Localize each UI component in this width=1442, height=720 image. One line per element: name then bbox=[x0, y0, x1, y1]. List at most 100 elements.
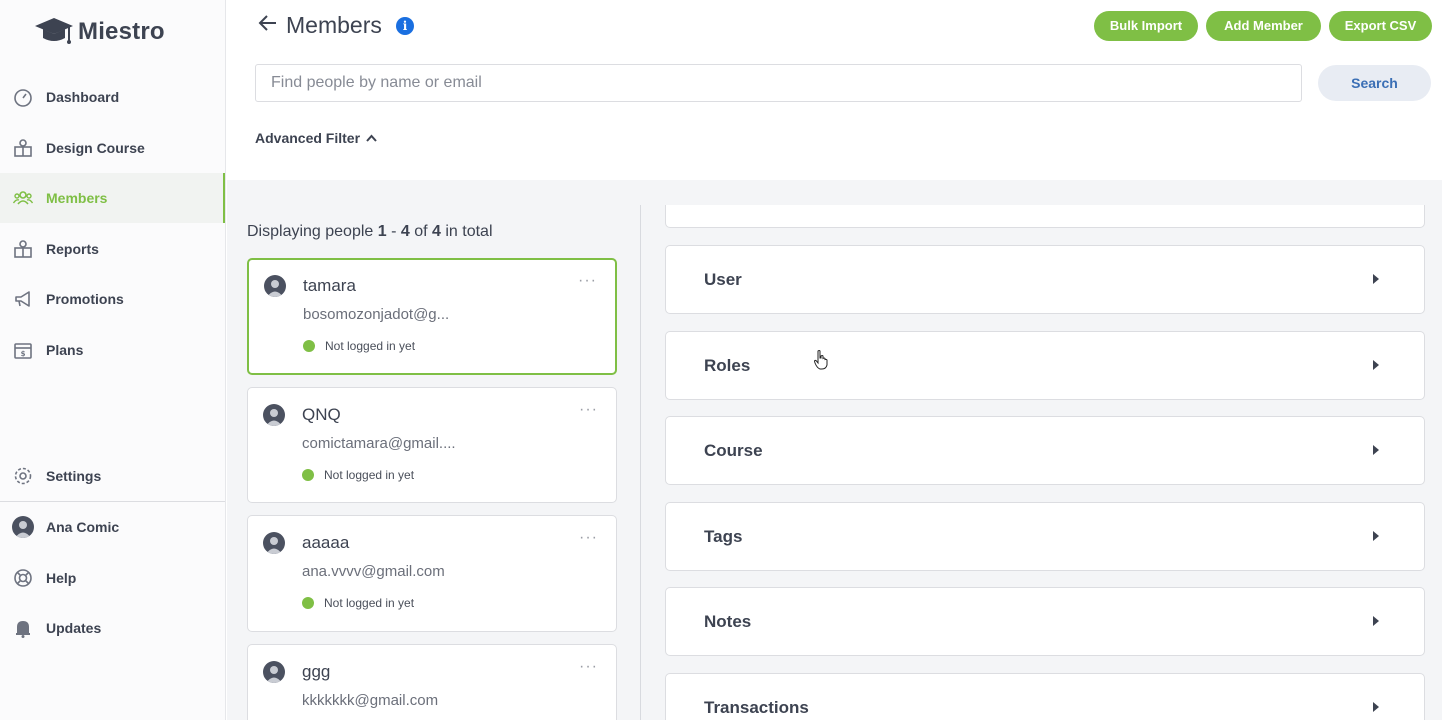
plans-dollar-icon: $ bbox=[12, 339, 34, 361]
section-label: User bbox=[704, 270, 742, 289]
user-avatar-icon bbox=[263, 532, 285, 554]
sidebar-item-help[interactable]: Help bbox=[0, 553, 225, 603]
section-label: Course bbox=[704, 441, 763, 460]
hand-pointer-cursor-icon bbox=[813, 350, 828, 370]
caret-right-icon bbox=[1373, 445, 1379, 455]
member-status: Not logged in yet bbox=[302, 596, 414, 610]
sidebar-item-promotions[interactable]: Promotions bbox=[0, 274, 225, 324]
section-label: Tags bbox=[704, 527, 743, 546]
lifebuoy-icon bbox=[12, 567, 34, 589]
member-email: bosomozonjadot@g... bbox=[303, 306, 450, 323]
display-count-to: 4 bbox=[400, 223, 410, 240]
export-csv-button[interactable]: Export CSV bbox=[1329, 11, 1432, 41]
dashboard-gauge-icon bbox=[12, 86, 34, 108]
member-name: QNQ bbox=[302, 405, 341, 424]
search-button[interactable]: Search bbox=[1318, 65, 1431, 101]
roles-section[interactable]: Roles bbox=[665, 331, 1425, 400]
sidebar-item-user-profile[interactable]: Ana Comic bbox=[0, 502, 225, 552]
user-avatar-icon bbox=[263, 661, 285, 683]
member-email: ana.vvvv@gmail.com bbox=[302, 563, 445, 580]
reports-icon bbox=[12, 238, 34, 260]
user-avatar-icon bbox=[263, 404, 285, 426]
caret-right-icon bbox=[1373, 616, 1379, 626]
sidebar-item-plans[interactable]: $ Plans bbox=[0, 325, 225, 375]
user-avatar-icon bbox=[264, 275, 286, 297]
notes-section[interactable]: Notes bbox=[665, 587, 1425, 656]
display-count-of: of bbox=[409, 223, 433, 240]
display-count-from: 1 bbox=[377, 223, 387, 240]
sidebar-item-updates[interactable]: Updates bbox=[0, 603, 225, 653]
display-count-suffix: in total bbox=[440, 223, 493, 240]
status-panel bbox=[665, 205, 1425, 228]
sidebar-item-reports[interactable]: Reports bbox=[0, 224, 225, 274]
member-status: Not logged in yet bbox=[303, 339, 415, 353]
member-card[interactable]: QNQ ··· comictamara@gmail.... Not logged… bbox=[247, 387, 617, 503]
sidebar-item-label: Dashboard bbox=[46, 89, 120, 105]
sidebar-item-label: Members bbox=[46, 190, 108, 206]
user-avatar-icon bbox=[12, 516, 34, 538]
member-card[interactable]: tamara ··· bosomozonjadot@g... Not logge… bbox=[247, 258, 617, 375]
user-section[interactable]: User bbox=[665, 245, 1425, 314]
bulk-import-button[interactable]: Bulk Import bbox=[1094, 11, 1198, 41]
display-count-prefix: Displaying people bbox=[247, 223, 378, 240]
member-name: tamara bbox=[303, 276, 356, 295]
tags-section[interactable]: Tags bbox=[665, 502, 1425, 571]
brand-logo[interactable]: Miestro bbox=[33, 14, 165, 50]
course-section[interactable]: Course bbox=[665, 416, 1425, 485]
status-dot-icon bbox=[302, 597, 314, 609]
sidebar-item-label: Updates bbox=[46, 620, 102, 636]
caret-right-icon bbox=[1373, 531, 1379, 541]
more-options-icon[interactable]: ··· bbox=[578, 272, 597, 290]
advanced-filter-toggle[interactable]: Advanced Filter bbox=[255, 130, 378, 146]
sidebar-item-label: Promotions bbox=[46, 291, 124, 307]
member-status-text: Not logged in yet bbox=[325, 339, 416, 353]
status-dot-icon bbox=[303, 340, 315, 352]
member-card[interactable]: ggg ··· kkkkkkk@gmail.com bbox=[247, 644, 617, 720]
more-options-icon[interactable]: ··· bbox=[579, 529, 598, 547]
sidebar: Miestro Dashboard Design Course Members … bbox=[0, 0, 226, 720]
transactions-section[interactable]: Transactions bbox=[665, 673, 1425, 720]
chevron-up-icon bbox=[366, 134, 377, 142]
megaphone-icon bbox=[12, 288, 34, 310]
sidebar-item-label: Settings bbox=[46, 468, 102, 484]
member-status-text: Not logged in yet bbox=[324, 468, 415, 482]
sidebar-item-label: Reports bbox=[46, 241, 99, 257]
more-options-icon[interactable]: ··· bbox=[579, 401, 598, 419]
column-divider bbox=[640, 205, 641, 720]
member-card[interactable]: aaaaa ··· ana.vvvv@gmail.com Not logged … bbox=[247, 515, 617, 632]
display-count-sep: - bbox=[386, 223, 401, 240]
gear-icon bbox=[12, 465, 34, 487]
caret-right-icon bbox=[1373, 702, 1379, 712]
section-label: Notes bbox=[704, 612, 752, 631]
sidebar-item-label: Plans bbox=[46, 342, 84, 358]
sidebar-item-dashboard[interactable]: Dashboard bbox=[0, 72, 225, 122]
sidebar-item-label: Design Course bbox=[46, 140, 145, 156]
more-options-icon[interactable]: ··· bbox=[579, 658, 598, 676]
sidebar-item-label: Help bbox=[46, 570, 77, 586]
sidebar-item-design-course[interactable]: Design Course bbox=[0, 123, 225, 173]
section-label: Roles bbox=[704, 356, 751, 375]
sidebar-item-settings[interactable]: Settings bbox=[0, 451, 225, 501]
member-email: comictamara@gmail.... bbox=[302, 435, 456, 452]
member-name: ggg bbox=[302, 662, 331, 681]
bell-icon bbox=[12, 617, 34, 639]
info-icon[interactable]: i bbox=[396, 17, 414, 35]
display-count: Displaying people 1 - 4 of 4 in total bbox=[247, 223, 493, 241]
caret-right-icon bbox=[1373, 360, 1379, 370]
back-arrow-icon[interactable] bbox=[257, 12, 279, 34]
svg-text:$: $ bbox=[21, 350, 26, 358]
member-email: kkkkkkk@gmail.com bbox=[302, 692, 439, 709]
page-title: Members bbox=[286, 12, 382, 38]
members-group-icon bbox=[12, 187, 34, 209]
caret-right-icon bbox=[1373, 274, 1379, 284]
members-content: Displaying people 1 - 4 of 4 in total ta… bbox=[227, 180, 1442, 720]
status-dot-icon bbox=[302, 469, 314, 481]
search-input[interactable] bbox=[255, 64, 1302, 102]
advanced-filter-label: Advanced Filter bbox=[255, 130, 361, 146]
sidebar-item-members[interactable]: Members bbox=[0, 173, 225, 223]
graduation-cap-icon bbox=[35, 18, 73, 44]
add-member-button[interactable]: Add Member bbox=[1206, 11, 1321, 41]
display-count-total: 4 bbox=[432, 223, 441, 240]
design-course-icon bbox=[12, 137, 34, 159]
brand-name: Miestro bbox=[78, 18, 165, 45]
